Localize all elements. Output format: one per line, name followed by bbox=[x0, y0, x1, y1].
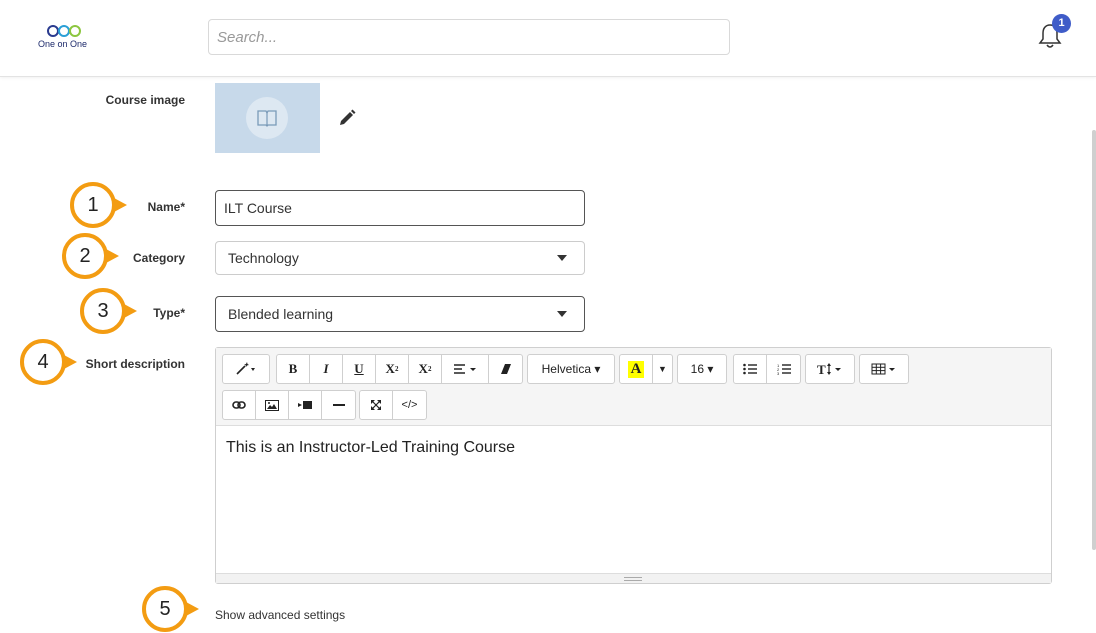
type-select[interactable]: Blended learning bbox=[215, 296, 585, 332]
table-icon bbox=[871, 363, 895, 375]
description-content[interactable]: This is an Instructor-Led Training Cours… bbox=[226, 439, 515, 457]
page-scrollbar[interactable] bbox=[1092, 130, 1096, 550]
type-selected-value: Blended learning bbox=[228, 306, 334, 322]
magic-style-button[interactable] bbox=[223, 355, 269, 383]
notification-count-badge: 1 bbox=[1052, 14, 1071, 33]
video-button[interactable] bbox=[289, 391, 322, 419]
text-color-button[interactable]: A bbox=[620, 355, 653, 383]
chevron-down-icon bbox=[557, 255, 567, 261]
numbered-list-icon: 123 bbox=[777, 363, 791, 375]
callout-marker-4: 4 bbox=[20, 339, 77, 385]
fullscreen-button[interactable] bbox=[360, 391, 393, 419]
callout-marker-5: 5 bbox=[142, 586, 199, 632]
show-advanced-settings-link[interactable]: Show advanced settings bbox=[215, 608, 345, 622]
superscript-button[interactable]: X2 bbox=[376, 355, 409, 383]
image-icon bbox=[265, 399, 279, 411]
editor-resize-handle[interactable] bbox=[216, 573, 1051, 583]
font-family-dropdown[interactable]: Helvetica ▾ bbox=[528, 355, 614, 383]
expand-icon bbox=[371, 400, 381, 410]
clear-format-button[interactable] bbox=[489, 355, 522, 383]
eraser-icon bbox=[500, 364, 511, 374]
svg-text:3: 3 bbox=[777, 371, 780, 375]
category-select[interactable]: Technology bbox=[215, 241, 585, 275]
logo-text: One on One bbox=[38, 39, 88, 49]
name-field[interactable]: ILT Course bbox=[215, 190, 585, 226]
line-height-icon: T bbox=[817, 362, 841, 376]
editor-toolbar: B I U X2 X2 Helvetica ▾ A ▼ 16 ▾ 1 2 3 T… bbox=[216, 348, 1051, 426]
callout-marker-1: 1 bbox=[70, 182, 127, 228]
code-view-button[interactable]: </> bbox=[393, 391, 426, 419]
course-image-thumbnail[interactable] bbox=[215, 83, 320, 153]
svg-text:T: T bbox=[817, 362, 826, 376]
underline-button[interactable]: U bbox=[343, 355, 376, 383]
top-bar: One on One 1 bbox=[0, 0, 1096, 77]
book-icon bbox=[257, 110, 277, 127]
font-size-dropdown[interactable]: 16 ▾ bbox=[678, 355, 726, 383]
callout-marker-3: 3 bbox=[80, 288, 137, 334]
video-icon bbox=[298, 401, 312, 409]
link-button[interactable] bbox=[223, 391, 256, 419]
table-button[interactable] bbox=[860, 355, 908, 383]
rich-text-editor: B I U X2 X2 Helvetica ▾ A ▼ 16 ▾ 1 2 3 T… bbox=[215, 347, 1052, 584]
edit-pencil-icon[interactable] bbox=[337, 108, 357, 128]
course-image-label: Course image bbox=[105, 93, 185, 107]
italic-button[interactable]: I bbox=[310, 355, 343, 383]
image-button[interactable] bbox=[256, 391, 289, 419]
horizontal-rule-icon bbox=[332, 404, 345, 406]
chevron-down-icon bbox=[557, 311, 567, 317]
magic-wand-icon bbox=[236, 362, 255, 375]
paragraph-align-button[interactable] bbox=[442, 355, 489, 383]
text-color-dropdown[interactable]: ▼ bbox=[653, 355, 672, 383]
category-selected-value: Technology bbox=[228, 250, 299, 266]
subscript-button[interactable]: X2 bbox=[409, 355, 442, 383]
bullet-list-icon bbox=[743, 363, 757, 375]
search-input[interactable] bbox=[208, 19, 730, 55]
horizontal-rule-button[interactable] bbox=[322, 391, 355, 419]
line-height-button[interactable]: T bbox=[806, 355, 854, 383]
link-icon bbox=[232, 401, 246, 409]
bold-button[interactable]: B bbox=[277, 355, 310, 383]
align-left-icon bbox=[454, 364, 476, 374]
numbered-list-button[interactable]: 123 bbox=[767, 355, 800, 383]
callout-marker-2: 2 bbox=[62, 233, 119, 279]
short-description-label: Short description bbox=[85, 357, 185, 371]
bullet-list-button[interactable] bbox=[734, 355, 767, 383]
